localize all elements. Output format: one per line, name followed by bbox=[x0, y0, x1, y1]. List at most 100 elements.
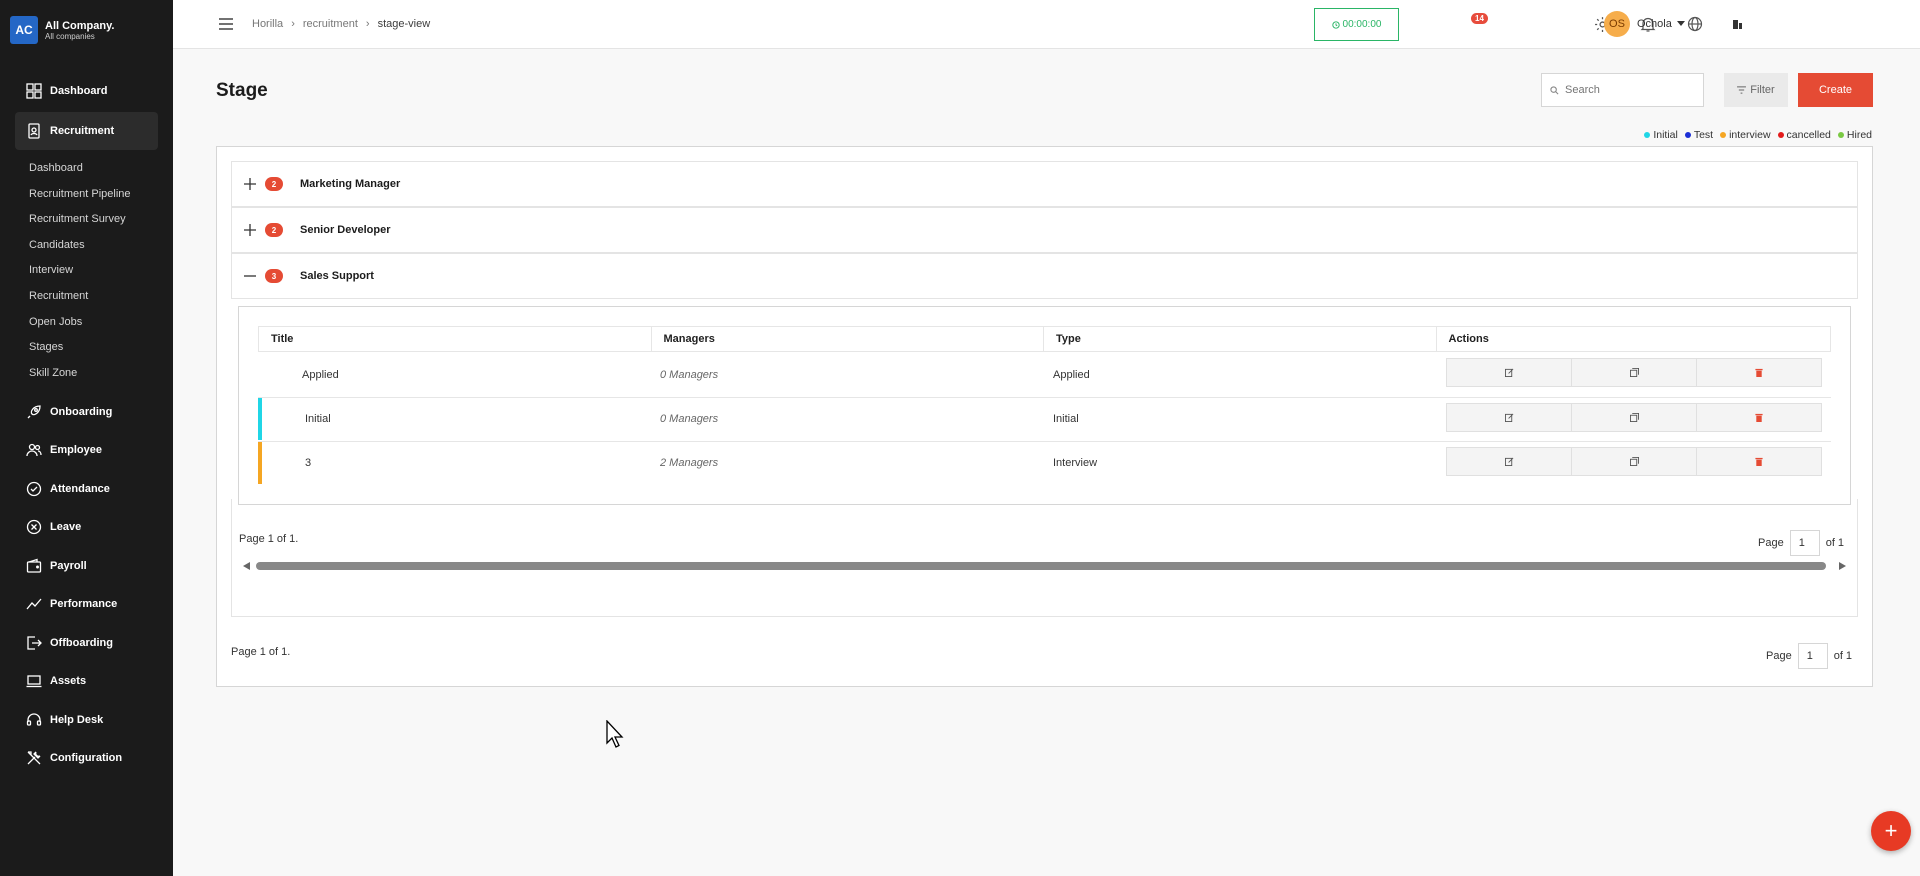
breadcrumb-item-current: stage-view bbox=[377, 18, 431, 30]
legend-item[interactable]: cancelled bbox=[1777, 129, 1831, 141]
cell-managers[interactable]: 2 Managers bbox=[651, 442, 1044, 484]
sidebar-item-leave[interactable]: Leave bbox=[0, 508, 158, 547]
people-icon bbox=[25, 441, 43, 459]
page-number-input[interactable]: 1 bbox=[1789, 530, 1820, 556]
sidebar-item-label: Help Desk bbox=[50, 713, 104, 726]
submenu-recruitment-pipeline[interactable]: Recruitment Pipeline bbox=[29, 182, 173, 208]
cell-managers[interactable]: 0 Managers bbox=[651, 398, 1044, 440]
globe-icon[interactable] bbox=[1685, 14, 1705, 34]
delete-button[interactable] bbox=[1697, 404, 1821, 431]
create-button[interactable]: Create bbox=[1798, 73, 1873, 107]
duplicate-button[interactable] bbox=[1572, 404, 1697, 431]
cell-title: 3 bbox=[305, 457, 312, 469]
duplicate-button[interactable] bbox=[1572, 448, 1697, 475]
sidebar-item-label: Attendance bbox=[50, 482, 110, 495]
column-header-managers: Managers bbox=[652, 327, 1044, 351]
exit-icon bbox=[25, 634, 43, 652]
plus-icon[interactable] bbox=[243, 177, 257, 191]
search-icon bbox=[1550, 85, 1559, 95]
duplicate-button[interactable] bbox=[1572, 359, 1697, 386]
horizontal-scrollbar[interactable] bbox=[239, 560, 1850, 572]
legend-dot-test bbox=[1684, 132, 1691, 138]
submenu-recruitment[interactable]: Recruitment bbox=[29, 284, 173, 310]
edit-button[interactable] bbox=[1447, 448, 1572, 475]
submenu-recruitment-survey[interactable]: Recruitment Survey bbox=[29, 207, 173, 233]
sidebar-item-performance[interactable]: Performance bbox=[0, 585, 158, 624]
table-row: Applied 0 Managers Applied bbox=[258, 353, 1831, 396]
company-sub: All companies bbox=[45, 31, 95, 41]
group-header-senior-developer[interactable]: 2 Senior Developer bbox=[231, 207, 1858, 253]
stage-color-stripe bbox=[258, 398, 262, 440]
company-switcher[interactable]: AC All Company. All companies bbox=[0, 0, 173, 48]
legend-item[interactable]: Test bbox=[1684, 129, 1713, 141]
copy-icon bbox=[1629, 457, 1639, 466]
hamburger-menu-icon[interactable] bbox=[218, 17, 234, 31]
sidebar-item-onboarding[interactable]: Onboarding bbox=[0, 392, 158, 431]
sidebar-item-attendance[interactable]: Attendance bbox=[0, 469, 158, 508]
page-number-input[interactable]: 1 bbox=[1797, 643, 1828, 669]
check-circle-icon bbox=[25, 480, 43, 498]
quick-add-fab-button[interactable]: + bbox=[1871, 811, 1911, 851]
plus-icon[interactable] bbox=[243, 223, 257, 237]
trash-icon bbox=[1755, 368, 1763, 377]
search-input[interactable] bbox=[1565, 84, 1685, 96]
row-actions bbox=[1446, 403, 1822, 432]
wallet-icon bbox=[25, 557, 43, 575]
group-header-marketing-manager[interactable]: 2 Marketing Manager bbox=[231, 161, 1858, 207]
breadcrumb-item-recruitment[interactable]: recruitment bbox=[303, 18, 358, 30]
clock-in-timer-button[interactable]: 00:00:00 bbox=[1314, 8, 1399, 41]
sidebar-item-offboarding[interactable]: Offboarding bbox=[0, 623, 158, 662]
submenu-stages[interactable]: Stages bbox=[29, 335, 173, 361]
scroll-left-arrow-icon[interactable] bbox=[243, 562, 250, 570]
sidebar-item-employee[interactable]: Employee bbox=[0, 431, 158, 470]
recruitment-icon bbox=[25, 122, 43, 140]
sidebar-item-label: Assets bbox=[50, 675, 87, 688]
row-actions bbox=[1446, 358, 1822, 387]
stage-color-stripe bbox=[258, 442, 262, 484]
edit-button[interactable] bbox=[1447, 404, 1572, 431]
trend-icon bbox=[25, 595, 43, 613]
sidebar-item-assets[interactable]: Assets bbox=[0, 662, 158, 701]
group-header-sales-support[interactable]: 3 Sales Support bbox=[231, 253, 1858, 299]
column-header-type: Type bbox=[1044, 327, 1437, 351]
sidebar-item-dashboard[interactable]: Dashboard bbox=[0, 72, 158, 110]
search-box[interactable] bbox=[1541, 73, 1704, 107]
submenu-open-jobs[interactable]: Open Jobs bbox=[29, 310, 173, 336]
scroll-right-arrow-icon[interactable] bbox=[1839, 562, 1846, 570]
submenu-interview[interactable]: Interview bbox=[29, 258, 173, 284]
laptop-icon bbox=[25, 672, 43, 690]
avatar[interactable]: OS bbox=[1604, 11, 1630, 37]
filter-button[interactable]: Filter bbox=[1724, 73, 1788, 107]
page-of-label: of 1 bbox=[1825, 537, 1845, 549]
submenu-candidates[interactable]: Candidates bbox=[29, 233, 173, 259]
legend-dot-cancelled bbox=[1777, 132, 1784, 138]
company-building-icon[interactable] bbox=[1728, 14, 1748, 34]
legend-item[interactable]: Hired bbox=[1837, 129, 1872, 141]
legend-item[interactable]: Initial bbox=[1644, 129, 1678, 141]
company-logo: AC bbox=[10, 16, 38, 44]
sidebar-item-help-desk[interactable]: Help Desk bbox=[0, 700, 158, 739]
user-menu[interactable]: Ochola bbox=[1637, 18, 1685, 30]
recruitment-submenu: Dashboard Recruitment Pipeline Recruitme… bbox=[0, 150, 173, 392]
breadcrumb: Horilla › recruitment › stage-view bbox=[252, 18, 430, 30]
chevron-right-icon: › bbox=[365, 18, 370, 30]
legend-item[interactable]: interview bbox=[1720, 129, 1771, 141]
sidebar-item-payroll[interactable]: Payroll bbox=[0, 546, 158, 585]
minus-icon[interactable] bbox=[243, 269, 257, 283]
delete-button[interactable] bbox=[1697, 448, 1821, 475]
scrollbar-thumb[interactable] bbox=[256, 562, 1826, 570]
delete-button[interactable] bbox=[1697, 359, 1821, 386]
inner-pagination-text: Page 1 of 1. bbox=[239, 533, 299, 545]
table-row: 3 2 Managers Interview bbox=[258, 441, 1831, 484]
cell-type: Interview bbox=[1053, 457, 1098, 469]
filter-label: Filter bbox=[1750, 84, 1775, 96]
edit-icon bbox=[1504, 413, 1514, 422]
sidebar-item-recruitment[interactable]: Recruitment bbox=[15, 112, 158, 150]
sidebar-item-label: Leave bbox=[50, 521, 82, 534]
sidebar-item-configuration[interactable]: Configuration bbox=[0, 739, 158, 778]
cell-managers[interactable]: 0 Managers bbox=[651, 353, 1044, 396]
submenu-skill-zone[interactable]: Skill Zone bbox=[29, 361, 173, 387]
breadcrumb-item-horilla[interactable]: Horilla bbox=[252, 18, 283, 30]
edit-button[interactable] bbox=[1447, 359, 1572, 386]
submenu-dashboard[interactable]: Dashboard bbox=[29, 156, 173, 182]
